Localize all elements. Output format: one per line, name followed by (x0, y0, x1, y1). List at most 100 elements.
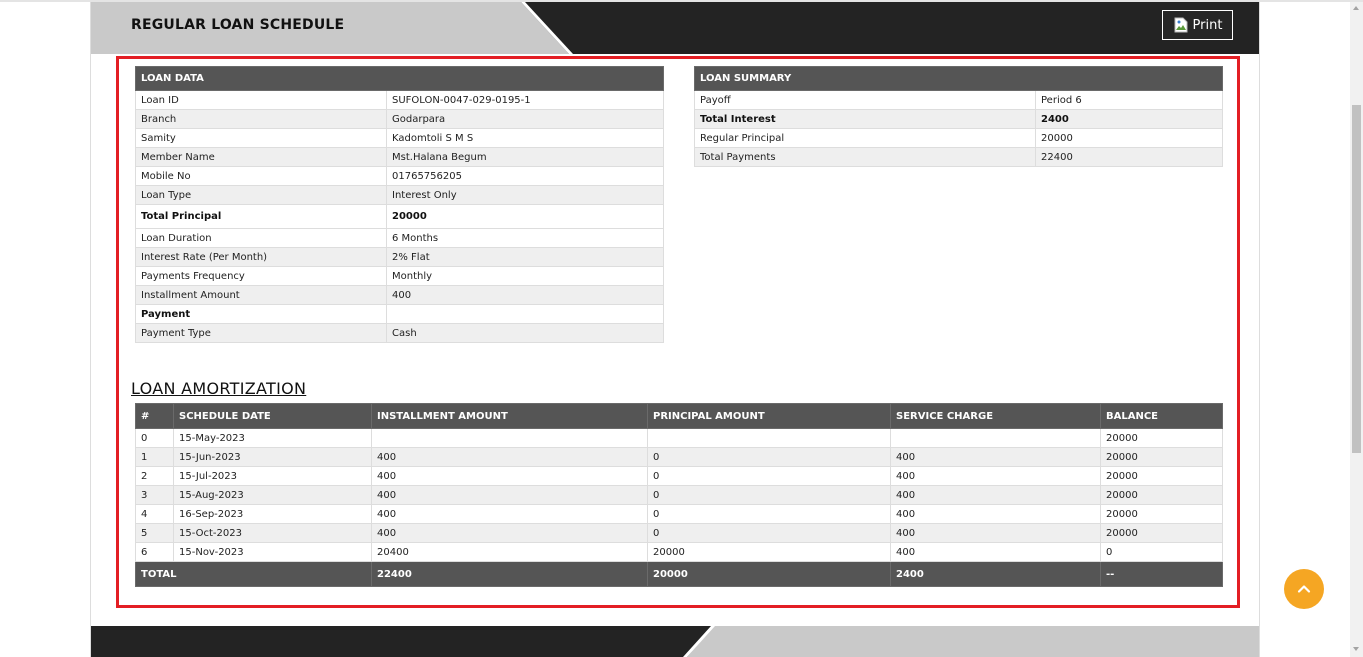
footer-bar (91, 626, 1259, 657)
row-label: Total Interest (694, 109, 1036, 129)
row-label: Payment Type (135, 323, 387, 343)
cell-installment: 20400 (371, 542, 648, 562)
cell-service-charge: 400 (890, 447, 1101, 467)
table-row: Mobile No 01765756205 (135, 166, 664, 186)
table-row: 6 15-Nov-2023 20400 20000 400 0 (135, 542, 1223, 562)
row-label: Payments Frequency (135, 266, 387, 286)
print-button-label: Print (1192, 17, 1223, 33)
cell-balance: 20000 (1100, 447, 1223, 467)
cell-balance: 20000 (1100, 485, 1223, 505)
page-title: REGULAR LOAN SCHEDULE (131, 17, 345, 33)
row-value: 2400 (1035, 109, 1223, 129)
cell-installment: 400 (371, 447, 648, 467)
print-button[interactable]: Print (1162, 10, 1233, 40)
cell-index: 5 (135, 523, 174, 543)
cell-index: 6 (135, 542, 174, 562)
row-value: Period 6 (1035, 90, 1223, 110)
vertical-scrollbar[interactable] (1350, 2, 1363, 657)
cell-balance: 20000 (1100, 466, 1223, 486)
table-row: Total Interest 2400 (694, 109, 1223, 129)
cell-index: 2 (135, 466, 174, 486)
table-row: Payment (135, 304, 664, 324)
cell-date: 16-Sep-2023 (173, 504, 372, 524)
cell-service-charge: 400 (890, 466, 1101, 486)
table-row: Regular Principal 20000 (694, 128, 1223, 148)
cell-service-charge: 400 (890, 485, 1101, 505)
row-label: Payoff (694, 90, 1036, 110)
cell-index: 0 (135, 428, 174, 448)
row-label: Total Payments (694, 147, 1036, 167)
row-label: Mobile No (135, 166, 387, 186)
row-value: Mst.Halana Begum (386, 147, 664, 167)
cell-service-charge (890, 428, 1101, 448)
loan-summary-heading: LOAN SUMMARY (694, 66, 1223, 91)
table-header-row: # SCHEDULE DATE INSTALLMENT AMOUNT PRINC… (135, 403, 1223, 429)
row-label: Total Principal (135, 204, 387, 229)
table-row: Member Name Mst.Halana Begum (135, 147, 664, 167)
cell-date: 15-Jul-2023 (173, 466, 372, 486)
table-row: Loan Type Interest Only (135, 185, 664, 205)
scrollbar-thumb[interactable] (1352, 105, 1361, 453)
footer-light-band (687, 626, 1259, 657)
row-value: 22400 (1035, 147, 1223, 167)
table-row: 0 15-May-2023 20000 (135, 428, 1223, 448)
row-value: 01765756205 (386, 166, 664, 186)
cell-principal: 0 (647, 466, 891, 486)
row-label: Loan ID (135, 90, 387, 110)
table-row: 1 15-Jun-2023 400 0 400 20000 (135, 447, 1223, 467)
cell-principal: 0 (647, 504, 891, 524)
scroll-up-arrow-icon[interactable] (1353, 6, 1359, 10)
cell-installment: 400 (371, 485, 648, 505)
table-row: Payments Frequency Monthly (135, 266, 664, 286)
row-value: Cash (386, 323, 664, 343)
row-value: SUFOLON-0047-029-0195-1 (386, 90, 664, 110)
row-label: Installment Amount (135, 285, 387, 305)
row-value: 20000 (1035, 128, 1223, 148)
cell-service-charge: 400 (890, 504, 1101, 524)
row-value: Kadomtoli S M S (386, 128, 664, 148)
row-label: Member Name (135, 147, 387, 167)
row-value: 20000 (386, 204, 664, 229)
column-header: PRINCIPAL AMOUNT (647, 403, 891, 429)
cell-index: 4 (135, 504, 174, 524)
cell-service-charge: 400 (890, 542, 1101, 562)
total-balance: -- (1100, 561, 1223, 587)
total-service-charge: 2400 (890, 561, 1101, 587)
loan-data-heading: LOAN DATA (135, 66, 664, 91)
table-row: Loan ID SUFOLON-0047-029-0195-1 (135, 90, 664, 110)
cell-date: 15-Aug-2023 (173, 485, 372, 505)
loan-data-table: LOAN DATA Loan ID SUFOLON-0047-029-0195-… (135, 66, 664, 343)
column-header: # (135, 403, 174, 429)
amortization-table: # SCHEDULE DATE INSTALLMENT AMOUNT PRINC… (135, 403, 1223, 587)
table-row: 3 15-Aug-2023 400 0 400 20000 (135, 485, 1223, 505)
cell-service-charge: 400 (890, 523, 1101, 543)
broken-image-icon (1173, 17, 1189, 33)
cell-principal (647, 428, 891, 448)
scroll-down-arrow-icon[interactable] (1353, 647, 1359, 651)
loan-summary-table: LOAN SUMMARY Payoff Period 6 Total Inter… (694, 66, 1223, 167)
cell-date: 15-May-2023 (173, 428, 372, 448)
table-row: Installment Amount 400 (135, 285, 664, 305)
table-row: Branch Godarpara (135, 109, 664, 129)
row-label: Payment (135, 304, 387, 324)
cell-principal: 0 (647, 523, 891, 543)
cell-date: 15-Oct-2023 (173, 523, 372, 543)
table-row: Payoff Period 6 (694, 90, 1223, 110)
cell-principal: 0 (647, 447, 891, 467)
row-label: Loan Duration (135, 228, 387, 248)
scroll-to-top-button[interactable] (1284, 569, 1324, 609)
table-row: Total Payments 22400 (694, 147, 1223, 167)
column-header: SCHEDULE DATE (173, 403, 372, 429)
table-row: 5 15-Oct-2023 400 0 400 20000 (135, 523, 1223, 543)
header-bar: REGULAR LOAN SCHEDULE Print (91, 2, 1259, 54)
total-row: TOTAL 22400 20000 2400 -- (135, 561, 1223, 587)
total-installment: 22400 (371, 561, 648, 587)
cell-balance: 20000 (1100, 428, 1223, 448)
cell-index: 3 (135, 485, 174, 505)
row-value: 2% Flat (386, 247, 664, 267)
table-row: Payment Type Cash (135, 323, 664, 343)
cell-principal: 20000 (647, 542, 891, 562)
row-value: Interest Only (386, 185, 664, 205)
cell-installment: 400 (371, 504, 648, 524)
row-value: Monthly (386, 266, 664, 286)
